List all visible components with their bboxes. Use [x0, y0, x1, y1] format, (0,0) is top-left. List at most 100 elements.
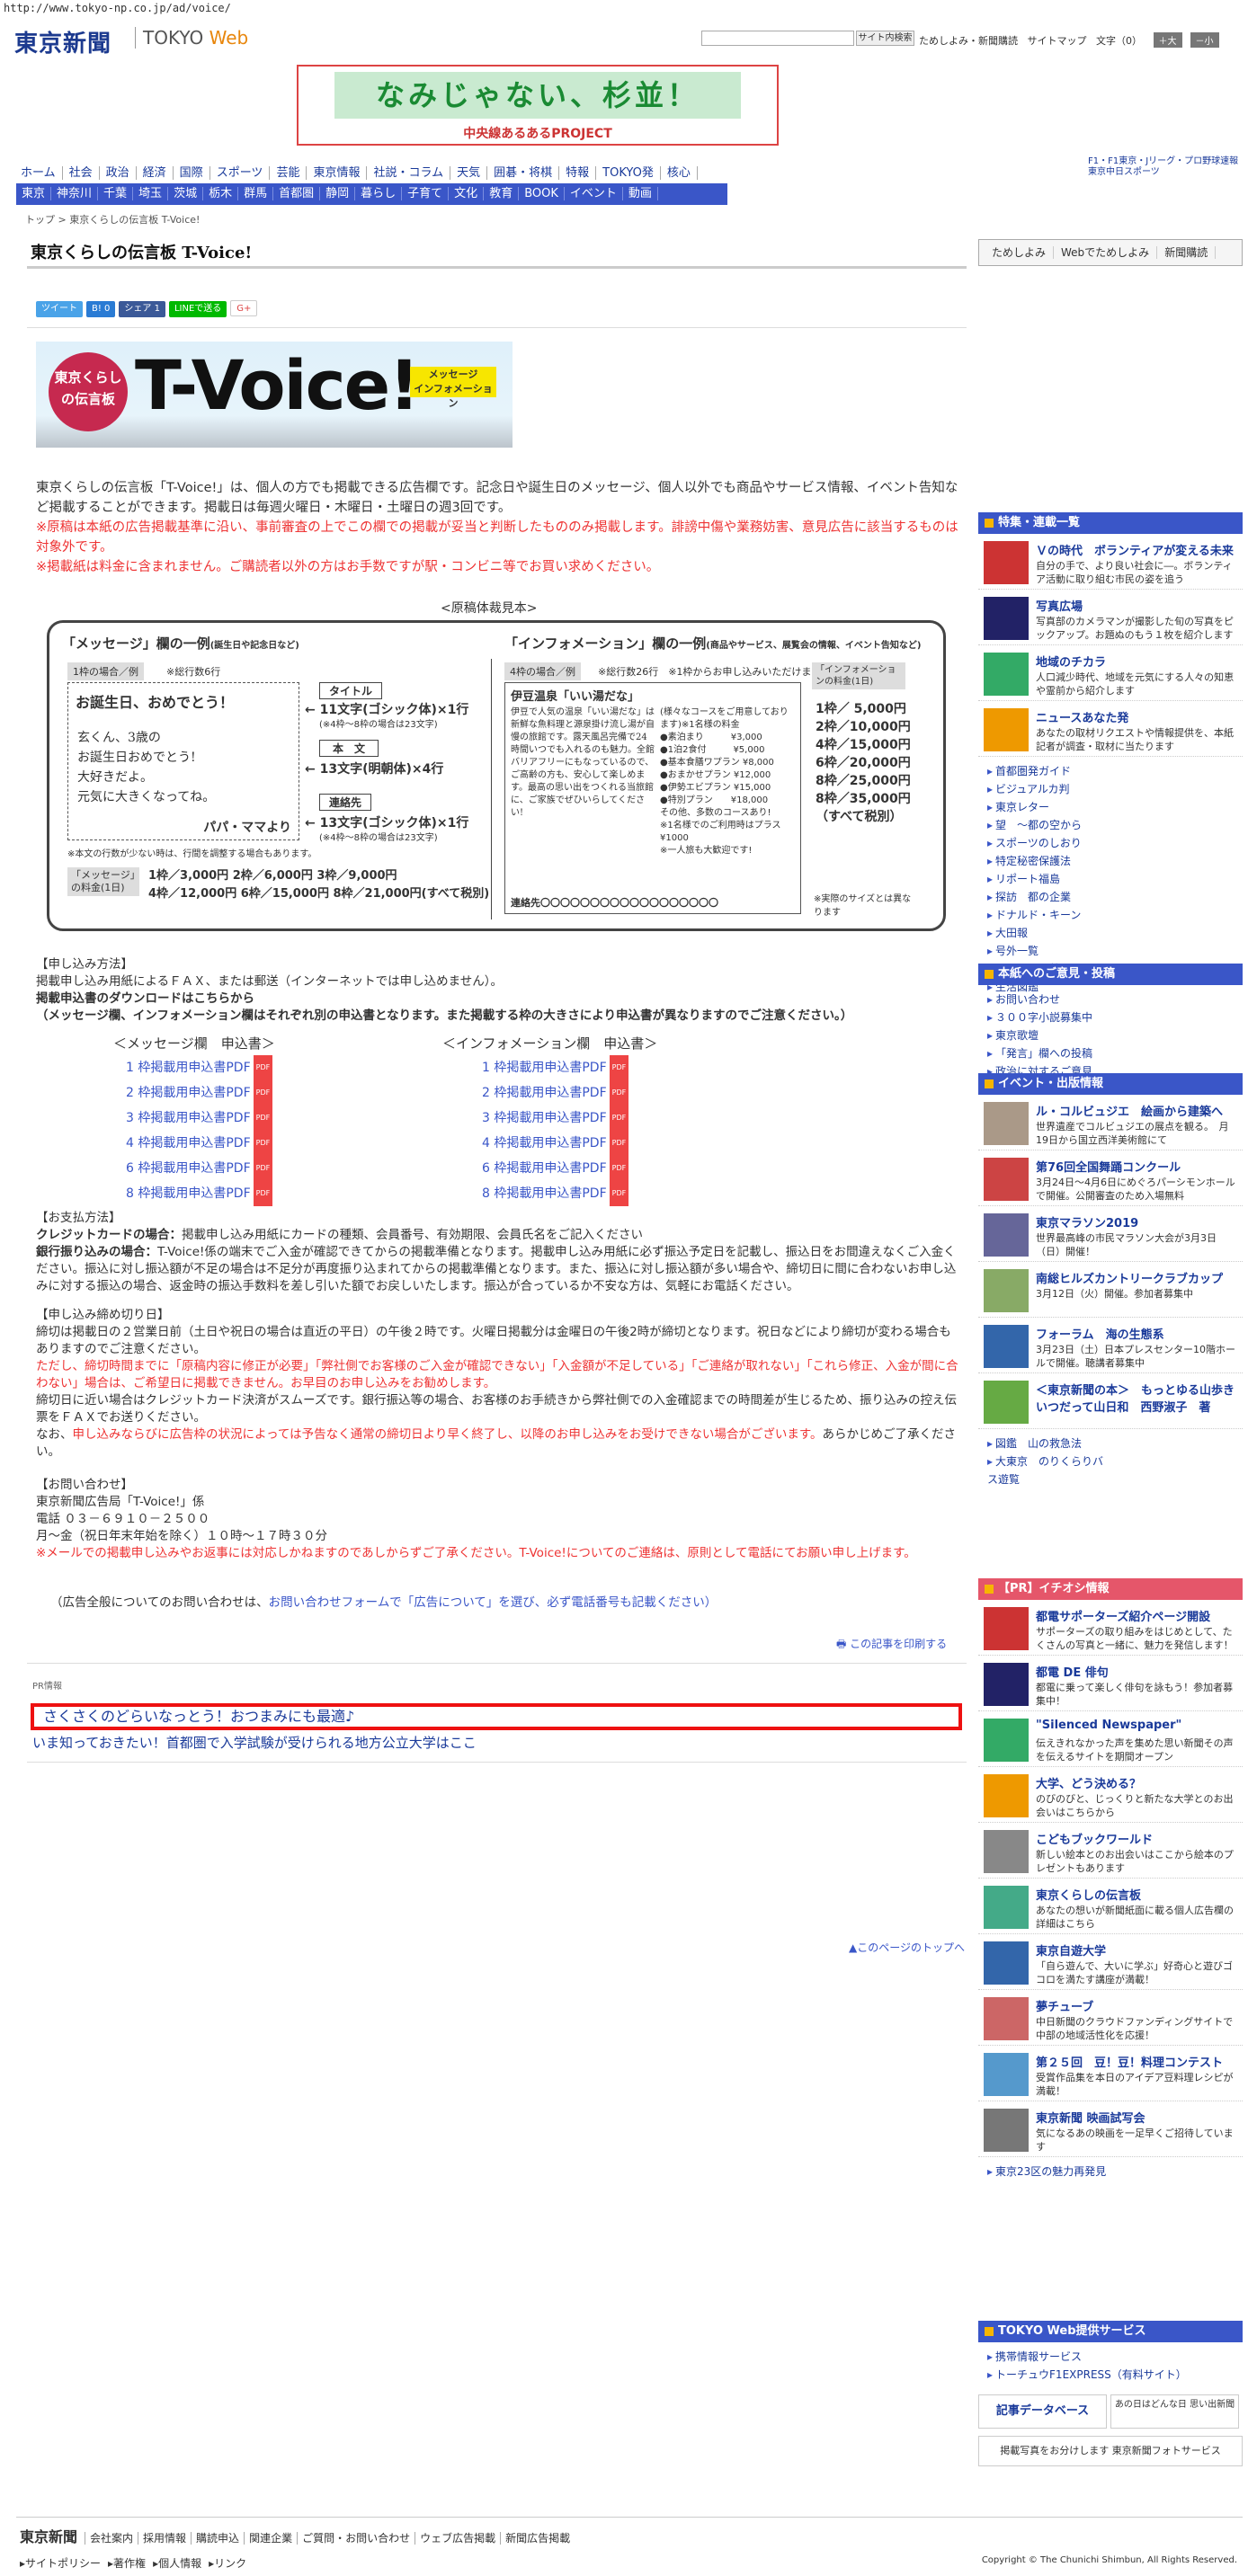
sidebar-feature[interactable]: ＜東京新聞の本＞ もっとゆる山歩き いつだって山日和 西野淑子 著 [978, 1373, 1246, 1429]
sidebar-feature[interactable]: Ｖの時代 ボランティアが変える未来 自分の手で、より良い社会に―。ボランティア活動… [978, 534, 1243, 590]
sidebar-link[interactable]: 大東京 のりくらりバス遊覧 [987, 1452, 1113, 1488]
sidebar-link[interactable]: ビジュアルカ判 [987, 780, 1113, 798]
header-link[interactable]: ためしよみ・新聞購読 [919, 35, 1018, 47]
footer-link[interactable]: ▸リンク [209, 2557, 246, 2570]
trial-link[interactable]: ためしよみ [985, 246, 1055, 259]
footer-link[interactable]: 新聞広告掲載 [500, 2532, 575, 2545]
sidebar-feature[interactable]: 東京新聞 映画試写会 気になるあの映画を一足早くご招待しています [978, 2101, 1243, 2157]
sidebar-feature[interactable]: "Silenced Newspaper" 伝えきれなかった声を集めた思い新聞その声… [978, 1711, 1243, 1767]
region-nav-item[interactable]: 暮らし [355, 187, 403, 200]
header-link[interactable]: サイトマップ [1028, 35, 1087, 47]
region-nav-item[interactable]: 群馬 [238, 187, 274, 200]
form-pdf-link[interactable]: 6 枠掲載用申込書PDF PDF [482, 1156, 629, 1181]
nav-item[interactable]: 囲碁・将棋 [487, 166, 560, 180]
form-pdf-link[interactable]: 3 枠掲載用申込書PDF PDF [482, 1106, 629, 1131]
sidebar-feature[interactable]: ニュースあなた発 あなたの取材リクエストや情報提供を、本紙記者が調査・取材に当たり… [978, 701, 1243, 757]
footer-link[interactable]: ご質問・お問い合わせ [297, 2532, 415, 2545]
footer-link[interactable]: 会社案内 [85, 2532, 138, 2545]
region-nav-item[interactable]: 動画 [622, 187, 658, 200]
sidebar-feature[interactable]: 大学、どう決める？ のびのびと、じっくりと新たな大学とのお出会いはこちらから [978, 1767, 1243, 1823]
sidebar-link[interactable]: 望 〜都の空から [987, 816, 1113, 834]
nav-item[interactable]: 天気 [450, 166, 488, 180]
sidebar-link[interactable]: お問い合わせ [987, 990, 1113, 1008]
sidebar-link[interactable]: 東京歌壇 [987, 1026, 1113, 1044]
line-button[interactable]: LINEで送る [168, 301, 227, 317]
region-nav-item[interactable]: 子育て [402, 187, 450, 200]
font-big-button[interactable]: ＋大 [1153, 32, 1182, 48]
sidebar-link[interactable]: 特定秘密保護法 [987, 852, 1113, 870]
facebook-share-button[interactable]: シェア 1 [119, 301, 165, 317]
sidebar-link[interactable]: ドナルド・キーン [987, 906, 1113, 924]
region-nav-item[interactable]: 静岡 [320, 187, 356, 200]
photo-service-banner[interactable]: 掲載写真をお分けします 東京新聞フォトサービス [978, 2436, 1243, 2466]
form-pdf-link[interactable]: 4 枠掲載用申込書PDF PDF [126, 1131, 273, 1156]
nav-item[interactable]: 経済 [136, 166, 174, 180]
nav-item[interactable]: TOKYO発 [596, 166, 661, 180]
sidebar-link[interactable]: 東京23区の魅力再発見 [987, 2163, 1239, 2181]
footer-link[interactable]: 採用情報 [138, 2532, 192, 2545]
footer-link[interactable]: ▸個人情報 [153, 2557, 201, 2570]
sidebar-feature[interactable]: 地域のチカラ 人口減少時代、地域を元気にする人々の知恵や霊前から紹介します [978, 645, 1243, 701]
breadcrumb[interactable]: トップ > 東京くらしの伝言板 T-Voice! [25, 212, 200, 227]
sidebar-feature[interactable]: 夢チューブ 中日新聞のクラウドファンディングサイトで中部の地域活性化を応援！ [978, 1990, 1243, 2046]
nav-item[interactable]: 核心 [660, 166, 698, 180]
font-small-button[interactable]: －小 [1190, 32, 1219, 48]
pr-item-highlighted[interactable]: さくさくのどらいなっとう！おつまみにも最適♪ [31, 1703, 962, 1730]
nav-item[interactable]: ホーム [18, 166, 63, 180]
footer-link[interactable]: ウェブ広告掲載 [415, 2532, 501, 2545]
sidebar-link[interactable]: 大田報 [987, 924, 1113, 942]
sidebar-feature[interactable]: 東京くらしの伝言板 あなたの想いが新聞紙面に載る個人広告欄の詳細はこちら [978, 1879, 1243, 1934]
region-nav-item[interactable]: 埼玉 [133, 187, 169, 200]
sidebar-link[interactable]: 東京レター [987, 798, 1113, 816]
region-nav-item[interactable]: 神奈川 [51, 187, 99, 200]
search-input[interactable] [701, 31, 854, 46]
memory-paper-banner[interactable]: あの日はどんな日 思い出新聞 [1110, 2394, 1239, 2429]
form-pdf-link[interactable]: 8 枠掲載用申込書PDF PDF [126, 1181, 273, 1206]
web-trial-link[interactable]: Webでためしよみ [1054, 246, 1158, 259]
sidebar-link[interactable]: 携帯情報サービス [987, 2348, 1239, 2366]
region-nav-item[interactable]: 東京 [16, 187, 52, 200]
sidebar-link[interactable]: 図鑑 山の救急法 [987, 1435, 1113, 1452]
nav-right-links[interactable]: F1・F1東京・Jリーグ・プロ野球速報 東京中日スポーツ [1088, 156, 1238, 178]
region-nav-item[interactable]: 首都圏 [273, 187, 321, 200]
subscribe-link[interactable]: 新聞購読 [1157, 246, 1217, 259]
nav-item[interactable]: 東京情報 [307, 166, 368, 180]
form-pdf-link[interactable]: 2 枠掲載用申込書PDF PDF [482, 1080, 629, 1106]
inquiry-form-link[interactable]: お問い合わせフォームで「広告について」を選び、必ず電話番号も記載ください） [269, 1595, 718, 1610]
footer-link[interactable]: 購読申込 [191, 2532, 245, 2545]
footer-link[interactable]: ▸サイトポリシー [20, 2557, 101, 2570]
form-pdf-link[interactable]: 6 枠掲載用申込書PDF PDF [126, 1156, 273, 1181]
page-top-link[interactable]: ▲このページのトップへ [849, 1940, 965, 1955]
sidebar-link[interactable]: スポーツのしおり [987, 834, 1113, 852]
nav-item[interactable]: 社説・コラム [367, 166, 451, 180]
sidebar-link[interactable]: 「発言」欄への投稿 [987, 1044, 1113, 1062]
nav-item[interactable]: 特報 [559, 166, 597, 180]
top-banner[interactable]: なみじゃない、杉並！ 中央線あるあるPROJECT [297, 65, 779, 146]
nav-item[interactable]: 政治 [99, 166, 137, 180]
pr-item[interactable]: いま知っておきたい！首都圏で入学試験が受けられる地方公立大学はここ [32, 1733, 477, 1752]
sidebar-feature[interactable]: 第２５回 豆！豆！料理コンテスト 受賞作品集を本日のアイデア豆料理レシピが満載！ [978, 2046, 1243, 2101]
sidebar-link[interactable]: 探訪 都の企業 [987, 888, 1113, 906]
form-pdf-link[interactable]: 2 枠掲載用申込書PDF PDF [126, 1080, 273, 1106]
region-nav-item[interactable]: BOOK [519, 187, 565, 200]
sidebar-feature[interactable]: 第76回全国舞踊コンクール 3月24日〜4月6日にめぐろパーシモンホールで開催。公… [978, 1150, 1243, 1206]
sidebar-feature[interactable]: 写真広場 写真部のカメラマンが撮影した旬の写真をピックアップ。お題ぬのもう１枚を紹… [978, 590, 1243, 645]
site-logo[interactable]: 東京新聞 [14, 25, 111, 58]
nav-item[interactable]: 国際 [173, 166, 210, 180]
sidebar-feature[interactable]: 都電 DE 俳句 都電に乗って楽しく俳句を詠もう！参加者募集中！ [978, 1656, 1243, 1711]
region-nav-item[interactable]: 教育 [484, 187, 520, 200]
article-db-banner[interactable]: 記事データベース [978, 2394, 1107, 2429]
sidebar-feature[interactable]: ル・コルビュジエ 絵画から建築へ 世界遺産でコルビュジエの展点を観る。 月19日か… [978, 1095, 1243, 1150]
form-pdf-link[interactable]: 1 枠掲載用申込書PDF PDF [126, 1055, 273, 1080]
nav-item[interactable]: 社会 [62, 166, 100, 180]
form-pdf-link[interactable]: 8 枠掲載用申込書PDF PDF [482, 1181, 629, 1206]
sidebar-link[interactable]: リポート福島 [987, 870, 1113, 888]
search-button[interactable]: サイト内検索 [856, 31, 914, 46]
sidebar-feature[interactable]: 東京マラソン2019 世界最高峰の市民マラソン大会が3月3日（日）開催！ [978, 1206, 1243, 1262]
print-link[interactable]: 🖶 この記事を印刷する [836, 1636, 947, 1655]
sidebar-feature[interactable]: こどもブックワールド 新しい絵本とのお出会いはここから絵本のプレゼントもあります [978, 1823, 1243, 1879]
footer-link[interactable]: ▸著作権 [108, 2557, 146, 2570]
sidebar-feature[interactable]: 都電サポーターズ紹介ページ開設 サポーターズの取り組みをはじめとして、たくさんの写… [978, 1600, 1243, 1656]
sidebar-link[interactable]: 首都圏発ガイド [987, 762, 1113, 780]
form-pdf-link[interactable]: 3 枠掲載用申込書PDF PDF [126, 1106, 273, 1131]
